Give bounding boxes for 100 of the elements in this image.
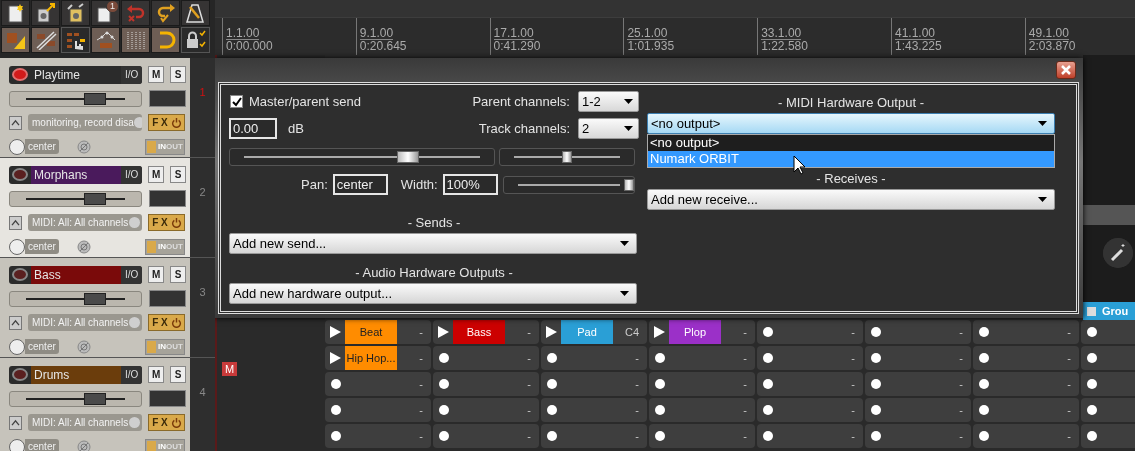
clip-slot[interactable]: - [433,372,539,396]
clip-slot[interactable]: - [973,398,1079,422]
clip-slot[interactable]: Hip Hop... - [325,346,431,370]
volume-fader[interactable] [9,190,143,207]
io-button[interactable]: I/O [121,165,143,184]
volume-fader[interactable] [9,290,143,307]
pan-knob[interactable] [9,338,25,355]
clip-slot[interactable]: - [865,372,971,396]
clip-slot[interactable]: - [325,398,431,422]
toolbar-button[interactable] [181,0,210,26]
track-name[interactable]: Morphans [31,165,122,184]
clip-slot[interactable]: - [757,346,863,370]
fx-button[interactable]: F X [148,314,185,331]
io-button[interactable]: I/O [121,265,143,284]
clip-slot[interactable]: - [973,320,1079,344]
clip-slot[interactable]: - [757,372,863,396]
track-name[interactable]: Bass [31,265,122,284]
envelope-button[interactable] [9,315,22,330]
toolbar-button[interactable] [1,27,30,53]
checkbox-label[interactable]: Master/parent send [249,94,361,109]
volume-slider[interactable] [229,148,495,166]
volume-field[interactable]: 0.00 [229,118,277,139]
clip-label[interactable]: Hip Hop... [345,346,397,370]
receive-dropdown[interactable]: Add new receive... [647,189,1055,210]
hardware-output-dropdown[interactable]: Add new hardware output... [229,283,637,304]
toolbar-button[interactable] [31,27,60,53]
clip-slot[interactable]: - [325,424,431,448]
clip-slot[interactable]: - [865,424,971,448]
solo-button[interactable]: S [170,266,186,283]
fader-thumb[interactable] [83,192,106,205]
pan-knob[interactable] [9,238,25,255]
clip-slot[interactable]: - [433,346,539,370]
clip-slot[interactable]: - [865,320,971,344]
clip-slot[interactable]: - [973,346,1079,370]
clip-slot[interactable]: Beat - [325,320,431,344]
volume-fader[interactable] [9,90,143,107]
clip-slot[interactable]: - [649,372,755,396]
mute-button[interactable]: M [148,366,165,383]
clip-slot[interactable]: - [757,398,863,422]
clip-label[interactable]: Bass [453,320,505,344]
track-channels-dropdown[interactable]: 2 [578,118,639,139]
width-field[interactable]: 100% [442,174,498,195]
clip-slot[interactable]: - [865,398,971,422]
record-arm-button[interactable] [12,68,28,81]
fx-button[interactable]: F X [148,114,185,131]
fx-button[interactable]: F X [148,214,185,231]
clip-slot[interactable]: - [541,372,647,396]
toolbar-button[interactable] [61,27,90,53]
solo-button[interactable]: S [170,366,186,383]
solo-button[interactable]: S [170,166,186,183]
track-panel[interactable]: Playtime I/O M S monitoring, record disa F X center INOUT [0,58,190,157]
record-arm-button[interactable] [12,268,28,281]
clip-slot[interactable]: - [649,424,755,448]
toolbar-button[interactable] [121,27,150,53]
midi-output-dropdown[interactable]: <no output> [647,113,1055,134]
clip-slot[interactable]: - [649,398,755,422]
slider-thumb[interactable] [562,151,572,163]
clip-slot[interactable]: - [649,346,755,370]
clip-slot[interactable]: Bass - [433,320,539,344]
toolbar-button[interactable] [91,27,120,53]
clip-slot[interactable]: - [433,424,539,448]
clip-slot[interactable]: - [433,398,539,422]
marker-label[interactable]: M [222,362,238,376]
track-name[interactable]: Drums [31,365,122,384]
volume-fader[interactable] [9,390,143,407]
clip-slot[interactable]: Plop - [649,320,755,344]
envelope-button[interactable] [9,415,22,430]
record-arm-button[interactable] [12,368,28,381]
width-slider[interactable] [502,175,635,194]
fader-thumb[interactable] [83,292,106,305]
toolbar-button[interactable] [1,0,30,26]
track-panel[interactable]: Morphans I/O M S MIDI: All: All channels F X center INOUT [0,158,190,257]
pan-slider[interactable] [499,148,635,166]
mute-button[interactable]: M [148,266,165,283]
toolbar-button[interactable] [151,0,180,26]
toolbar-button[interactable] [151,27,180,53]
clip-slot[interactable]: - [973,424,1079,448]
record-arm-button[interactable] [12,168,28,181]
checkbox[interactable] [230,95,243,108]
pan-knob[interactable] [9,138,25,155]
clip-label[interactable]: Plop [669,320,721,344]
clip-slot[interactable]: - [541,346,647,370]
clip-slot[interactable]: - [757,320,863,344]
clip-slot[interactable]: - [541,424,647,448]
fader-thumb[interactable] [83,92,106,105]
toolbar-button[interactable] [181,27,210,53]
envelope-button[interactable] [9,215,22,230]
toolbar-button[interactable] [61,0,90,26]
mute-button[interactable]: M [148,66,165,83]
clip-slot[interactable]: - [865,346,971,370]
toolbar-button[interactable]: 1 [91,0,120,26]
solo-button[interactable]: S [170,66,186,83]
clip-slot[interactable]: - [757,424,863,448]
envelope-button[interactable] [9,115,22,130]
clip-slot[interactable]: Pad C4 [541,320,647,344]
clip-slot[interactable]: - [973,372,1079,396]
dropdown-option[interactable]: <no output> [648,135,1054,151]
send-dropdown[interactable]: Add new send... [229,233,637,254]
toolbar-button[interactable] [31,0,60,26]
io-button[interactable]: I/O [121,365,143,384]
